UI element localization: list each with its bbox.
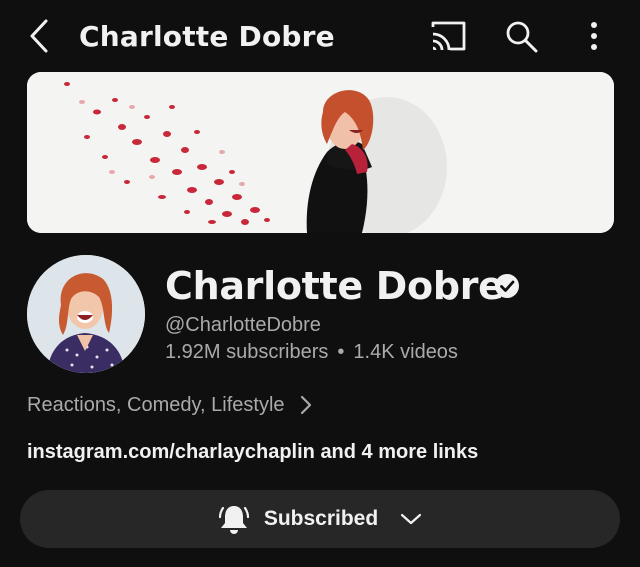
- channel-avatar[interactable]: [27, 255, 145, 373]
- subscriber-count: 1.92M subscribers: [165, 341, 329, 363]
- channel-banner: [27, 72, 614, 233]
- channel-description-link[interactable]: Reactions, Comedy, Lifestyle: [27, 392, 313, 418]
- channel-links[interactable]: instagram.com/charlaychaplin and 4 more …: [27, 441, 478, 464]
- subscribed-button[interactable]: Subscribed: [20, 490, 620, 548]
- page-title: Charlotte Dobre: [79, 20, 335, 53]
- top-app-bar: Charlotte Dobre: [0, 0, 640, 72]
- more-vertical-icon: [591, 22, 597, 50]
- chevron-right-icon: [300, 395, 311, 415]
- back-button[interactable]: [22, 16, 58, 56]
- bell-icon: [218, 506, 249, 534]
- verified-badge-icon: [495, 274, 519, 298]
- search-button[interactable]: [503, 18, 541, 56]
- subscribed-label: Subscribed: [263, 507, 379, 530]
- channel-name: Charlotte Dobre: [165, 264, 504, 308]
- channel-handle: @CharlotteDobre: [165, 314, 321, 336]
- cast-button[interactable]: [428, 18, 468, 54]
- chevron-left-icon: [30, 19, 48, 53]
- cast-icon: [431, 21, 466, 51]
- search-icon: [506, 21, 538, 53]
- more-options-button[interactable]: [584, 20, 604, 54]
- stats-separator: •: [337, 341, 345, 363]
- chevron-down-icon: [401, 513, 422, 525]
- channel-categories: Reactions, Comedy, Lifestyle: [27, 393, 285, 416]
- channel-stats: 1.92M subscribers • 1.4K videos: [165, 341, 458, 364]
- video-count: 1.4K videos: [353, 341, 458, 363]
